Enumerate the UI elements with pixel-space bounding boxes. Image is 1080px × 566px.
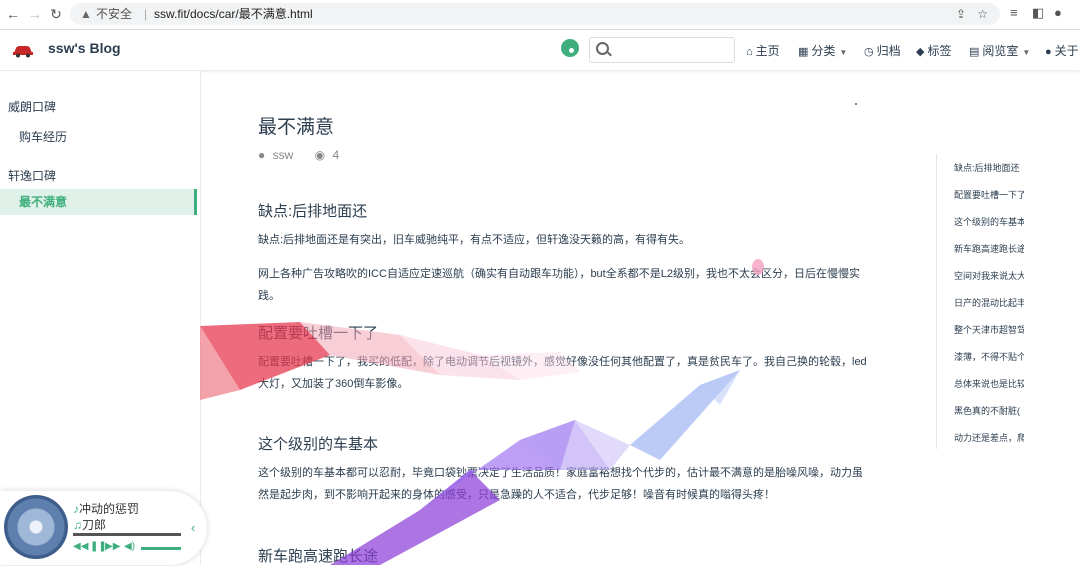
toc-item[interactable]: 空间对我来说太大 xyxy=(954,269,1024,282)
chevron-down-icon: ▼ xyxy=(1022,48,1031,57)
view-count: 4 xyxy=(332,148,340,162)
paragraph: 网上各种广告攻略吹的ICC自适应定速巡航（确实有自动跟车功能），but全系都不是… xyxy=(258,268,860,302)
artist-name: 刀郎 xyxy=(82,518,107,532)
author-icon: ● xyxy=(258,148,266,162)
address-bar[interactable]: ▲ 不安全 | ssw.fit/docs/car/最不满意.html ⇪ ☆ xyxy=(70,3,1000,25)
chevron-down-icon: ▼ xyxy=(839,48,848,57)
sidebar-group-xuanyi[interactable]: 轩逸口碑 xyxy=(8,167,56,184)
nav-reading-label: 阅览室 xyxy=(982,44,1019,58)
search-box[interactable] xyxy=(589,37,735,63)
section-heading: 缺点:后排地面还 xyxy=(258,203,368,220)
artist-icon: ♫ xyxy=(73,518,82,532)
nav-category-label: 分类 xyxy=(811,44,836,58)
site-name[interactable]: ssw's Blog xyxy=(48,40,121,56)
side-panel-icon[interactable]: ◧ xyxy=(1032,5,1044,21)
nav-tags-label: 标签 xyxy=(927,44,952,58)
url-separator: | xyxy=(144,7,148,21)
album-cover[interactable] xyxy=(4,495,68,559)
warning-icon[interactable]: ▲ xyxy=(80,3,92,25)
song-artist: ♫刀郎 xyxy=(73,516,106,533)
clock-icon: ◷ xyxy=(864,46,874,58)
url-text[interactable]: ssw.fit/docs/car/最不满意.html xyxy=(154,3,313,25)
section-heading: 配置要吐槽一下了 xyxy=(258,325,379,342)
toc-item[interactable]: 黑色真的不耐脏( xyxy=(954,404,1024,417)
song-title: ♪冲动的惩罚 xyxy=(73,500,139,517)
nav-home-label: 主页 xyxy=(755,44,780,58)
toc-item[interactable]: 动力还是差点，爬 xyxy=(954,431,1024,444)
sidebar-item-active[interactable]: 最不满意 xyxy=(0,189,197,215)
song-name: 冲动的惩罚 xyxy=(79,502,140,516)
home-icon: ⌂ xyxy=(746,46,753,58)
nav-archive[interactable]: ◷ 归档 xyxy=(864,42,901,59)
nav-tags[interactable]: ◆ 标签 xyxy=(916,42,951,59)
article-meta: ● ssw ◉ 4 xyxy=(258,148,343,162)
toc-item[interactable]: 新车跑高速跑长途 xyxy=(954,242,1024,255)
nav-archive-label: 归档 xyxy=(876,44,901,58)
toc-item[interactable]: 这个级别的车基本 xyxy=(954,215,1024,228)
sidebar-item-purchase[interactable]: 购车经历 xyxy=(19,128,67,145)
progress-bar[interactable] xyxy=(73,533,181,536)
palette-icon[interactable] xyxy=(561,39,579,57)
music-player: ♪冲动的惩罚 ♫刀郎 ◀◀ ❚❚ ▶▶ ◀) ‹ xyxy=(0,491,207,565)
volume-icon[interactable]: ◀) xyxy=(124,541,135,552)
page-title: 最不满意 xyxy=(258,117,335,138)
toc-item[interactable]: 总体来说也是比较 xyxy=(954,377,1024,390)
nav-category[interactable]: ▦ 分类 ▼ xyxy=(798,42,847,59)
toc-item[interactable]: 配置要吐槽一下了 xyxy=(954,188,1024,201)
profile-icon[interactable]: ● xyxy=(1054,5,1062,20)
user-icon: ● xyxy=(1045,46,1052,58)
paragraph: 缺点:后排地面还是有突出，旧车威驰纯平，有点不适应，但轩逸没天籁的高，有得有失。 xyxy=(258,234,691,246)
forward-icon[interactable]: → xyxy=(26,5,44,23)
nav-reading-room[interactable]: ▤ 阅览室 ▼ xyxy=(969,42,1030,59)
toc-item[interactable]: 漆薄，不得不贴个 xyxy=(954,350,1024,363)
reload-icon[interactable]: ↻ xyxy=(47,5,65,23)
book-icon: ▤ xyxy=(969,46,980,58)
paragraph: 配置要吐槽一下了，我买的低配，除了电动调节后视镜外，感觉好像没任何其他配置了，真… xyxy=(258,356,867,390)
tag-icon: ◆ xyxy=(916,46,925,58)
browser-toolbar: ← → ↻ ▲ 不安全 | ssw.fit/docs/car/最不满意.html… xyxy=(0,0,1080,30)
search-icon xyxy=(596,42,609,55)
nav-home[interactable]: ⌂ 主页 xyxy=(746,42,780,59)
eye-icon: ◉ xyxy=(314,148,326,162)
collapse-icon[interactable]: ‹ xyxy=(191,520,195,535)
bookmark-star-icon[interactable]: ☆ xyxy=(977,3,988,25)
author-name[interactable]: ssw xyxy=(273,148,294,162)
next-icon[interactable]: ▶▶ xyxy=(105,541,120,552)
site-navbar: ssw's Blog ⌂ 主页 ▦ 分类 ▼ ◷ 归档 ◆ 标签 ▤ 阅览室 ▼ ● 关于 xyxy=(0,30,1080,70)
search-input[interactable] xyxy=(614,40,730,60)
nav-about[interactable]: ● 关于 xyxy=(1045,42,1079,59)
toc-item[interactable]: 日产的混动比起丰 xyxy=(954,296,1024,309)
paragraph: 这个级别的车基本都可以忍耐，毕竟口袋钞票决定了生活品质！家庭富裕想找个代步的，估… xyxy=(258,467,863,501)
previous-icon[interactable]: ◀◀ xyxy=(73,541,88,552)
reading-list-icon[interactable]: ≡ xyxy=(1010,5,1018,20)
section-heading: 新车跑高速跑长途 xyxy=(258,548,379,565)
section-heading: 这个级别的车基本 xyxy=(258,436,379,453)
volume-slider[interactable] xyxy=(141,547,181,550)
grid-icon: ▦ xyxy=(798,46,809,58)
toc-item[interactable]: 缺点:后排地面还 xyxy=(954,161,1024,174)
car-logo-icon[interactable] xyxy=(12,44,34,58)
nav-about-label: 关于 xyxy=(1054,44,1079,58)
table-of-contents: 缺点:后排地面还 配置要吐槽一下了 这个级别的车基本 新车跑高速跑长途 空间对我… xyxy=(936,154,1067,449)
back-icon[interactable]: ← xyxy=(4,5,22,23)
share-icon[interactable]: ⇪ xyxy=(956,3,966,25)
toc-item[interactable]: 整个天津市超智驾 xyxy=(954,323,1024,336)
insecure-label: 不安全 xyxy=(96,7,133,21)
sidebar-group-weilang[interactable]: 威朗口碑 xyxy=(8,98,56,115)
